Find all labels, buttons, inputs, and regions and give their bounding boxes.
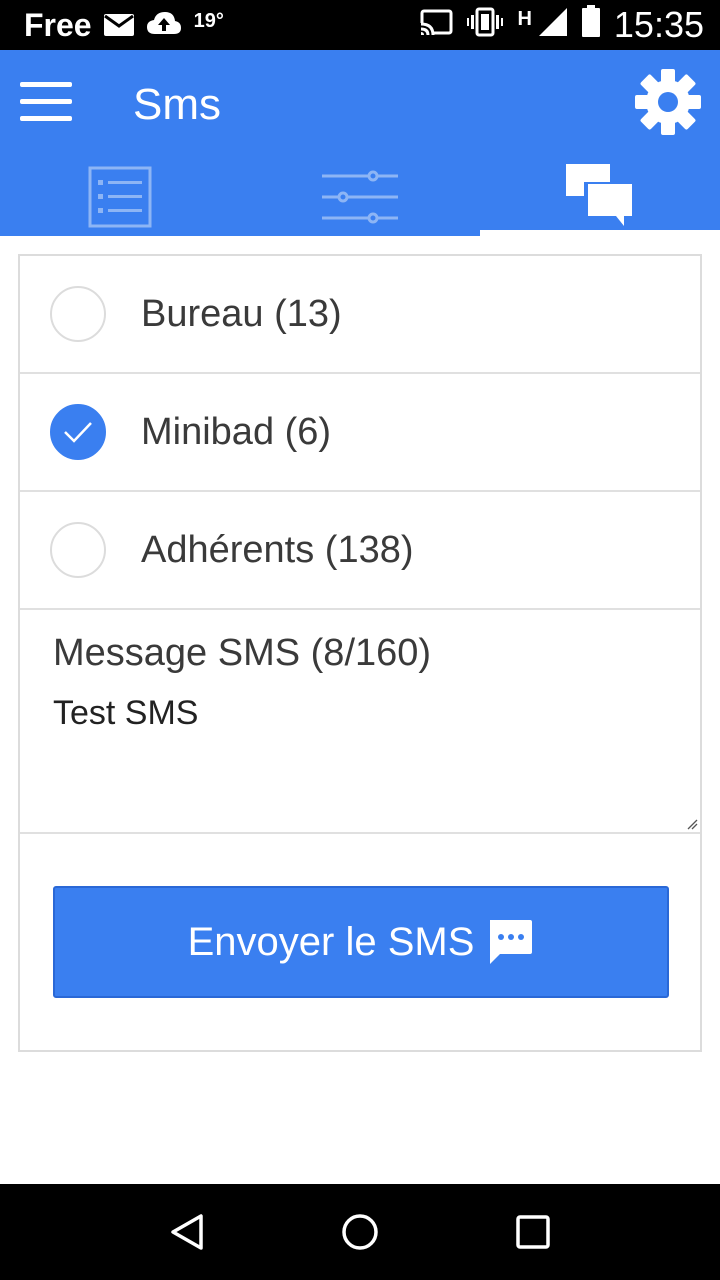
group-option-adherents[interactable]: Adhérents (138): [20, 492, 700, 610]
checkbox-minibad[interactable]: [50, 404, 106, 460]
chat-bubbles-icon: [566, 164, 634, 226]
resize-grip-icon[interactable]: [686, 818, 698, 830]
send-sms-button[interactable]: Envoyer le SMS: [53, 886, 669, 998]
cloud-upload-icon: [146, 7, 182, 44]
clock: 15:35: [613, 4, 704, 45]
sliders-icon: [322, 170, 398, 224]
checkbox-bureau[interactable]: [50, 286, 106, 342]
home-button[interactable]: [320, 1192, 400, 1272]
carrier-label: Free: [24, 6, 92, 43]
send-button-label: Envoyer le SMS: [187, 919, 475, 964]
page-title: Sms: [133, 80, 221, 129]
active-tab-indicator: [480, 230, 720, 236]
list-icon: [88, 166, 152, 228]
mail-icon: [103, 7, 134, 44]
tab-filters[interactable]: [240, 158, 480, 236]
signal-icon: [538, 4, 568, 46]
message-textarea[interactable]: [53, 694, 673, 814]
cast-icon: [419, 4, 453, 46]
group-option-bureau[interactable]: Bureau (13): [20, 256, 700, 374]
recents-button[interactable]: [493, 1192, 573, 1272]
group-label: Adhérents (138): [141, 528, 414, 571]
message-section: Message SMS (8/160): [20, 610, 700, 834]
back-icon: [170, 1214, 203, 1250]
group-label: Bureau (13): [141, 292, 342, 335]
navigation-bar: [0, 1184, 720, 1280]
sms-bubble-icon: [490, 920, 533, 964]
status-bar: Free 19° H 15:35: [0, 0, 720, 50]
gear-icon: [635, 69, 701, 135]
tab-list[interactable]: [0, 158, 240, 236]
menu-button[interactable]: [20, 82, 72, 122]
vibrate-icon: [467, 4, 504, 46]
recents-icon: [516, 1215, 551, 1249]
settings-button[interactable]: [634, 68, 702, 136]
checkbox-adherents[interactable]: [50, 522, 106, 578]
checkmark-icon: [64, 422, 92, 443]
tab-sms[interactable]: [480, 158, 720, 236]
home-icon: [342, 1214, 378, 1250]
tab-bar: [0, 158, 720, 236]
back-button[interactable]: [147, 1192, 227, 1272]
group-option-minibad[interactable]: Minibad (6): [20, 374, 700, 492]
temperature-label: 19°: [193, 9, 224, 32]
sms-form-card: Bureau (13) Minibad (6) Adhérents (138) …: [18, 254, 702, 1052]
app-bar: Sms: [0, 50, 720, 236]
group-label: Minibad (6): [141, 410, 332, 453]
network-type-label: H: [517, 7, 532, 30]
battery-icon: [581, 4, 600, 46]
message-label: Message SMS (8/160): [53, 632, 432, 674]
menu-icon: [20, 82, 72, 87]
